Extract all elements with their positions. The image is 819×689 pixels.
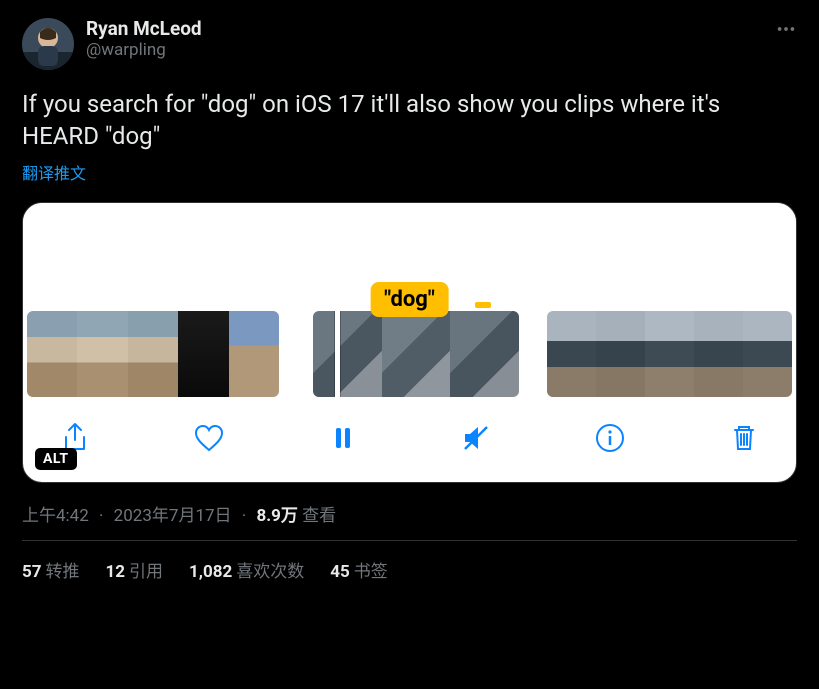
handle[interactable]: @warpling: [86, 40, 202, 60]
tweet: Ryan McLeod @warpling If you search for …: [0, 0, 819, 592]
search-term-badge: "dog": [370, 282, 449, 317]
media-toolbar: [23, 398, 796, 482]
stats-row: 57转推 12引用 1,082喜欢次数 45书签: [22, 557, 797, 592]
video-thumb: [229, 311, 279, 397]
tweet-header: Ryan McLeod @warpling: [22, 18, 797, 70]
pause-icon[interactable]: [321, 416, 365, 460]
video-timeline-row: [23, 310, 796, 398]
quotes-stat[interactable]: 12引用: [106, 557, 164, 582]
video-thumb: [382, 311, 451, 397]
likes-stat[interactable]: 1,082喜欢次数: [189, 557, 304, 582]
video-thumb: [77, 311, 127, 397]
tweet-date[interactable]: 2023年7月17日: [114, 506, 232, 526]
tweet-text: If you search for "dog" on iOS 17 it'll …: [22, 88, 797, 152]
playhead[interactable]: [335, 311, 340, 397]
mute-icon[interactable]: [454, 416, 498, 460]
translate-link[interactable]: 翻译推文: [22, 160, 797, 184]
display-name[interactable]: Ryan McLeod: [86, 18, 202, 40]
heart-icon[interactable]: [187, 416, 231, 460]
timeline-marker: [475, 302, 491, 308]
tweet-time[interactable]: 上午4:42: [22, 506, 89, 526]
views-count[interactable]: 8.9万: [256, 506, 297, 526]
video-thumb: [645, 311, 694, 397]
clip-strip[interactable]: [313, 311, 519, 397]
video-thumb: [450, 311, 519, 397]
video-thumb: [178, 311, 228, 397]
info-icon[interactable]: [588, 416, 632, 460]
clip-strip[interactable]: [547, 311, 792, 397]
avatar[interactable]: [22, 18, 74, 70]
retweets-stat[interactable]: 57转推: [22, 557, 80, 582]
views-label: 查看: [302, 506, 336, 526]
media-attachment[interactable]: "dog": [22, 202, 797, 483]
more-menu-button[interactable]: [775, 18, 797, 40]
video-thumb: [547, 311, 596, 397]
meta-row: 上午4:42 2023年7月17日 8.9万 查看: [22, 501, 797, 526]
video-thumb: [596, 311, 645, 397]
video-thumb: [743, 311, 792, 397]
video-thumb: [313, 311, 382, 397]
video-thumb: [694, 311, 743, 397]
alt-badge[interactable]: ALT: [35, 448, 77, 470]
clip-strip[interactable]: [27, 311, 279, 397]
bookmarks-stat[interactable]: 45书签: [330, 557, 388, 582]
trash-icon[interactable]: [722, 416, 766, 460]
video-thumb: [128, 311, 178, 397]
divider: [22, 540, 797, 541]
author-names: Ryan McLeod @warpling: [86, 18, 202, 60]
video-thumb: [27, 311, 77, 397]
